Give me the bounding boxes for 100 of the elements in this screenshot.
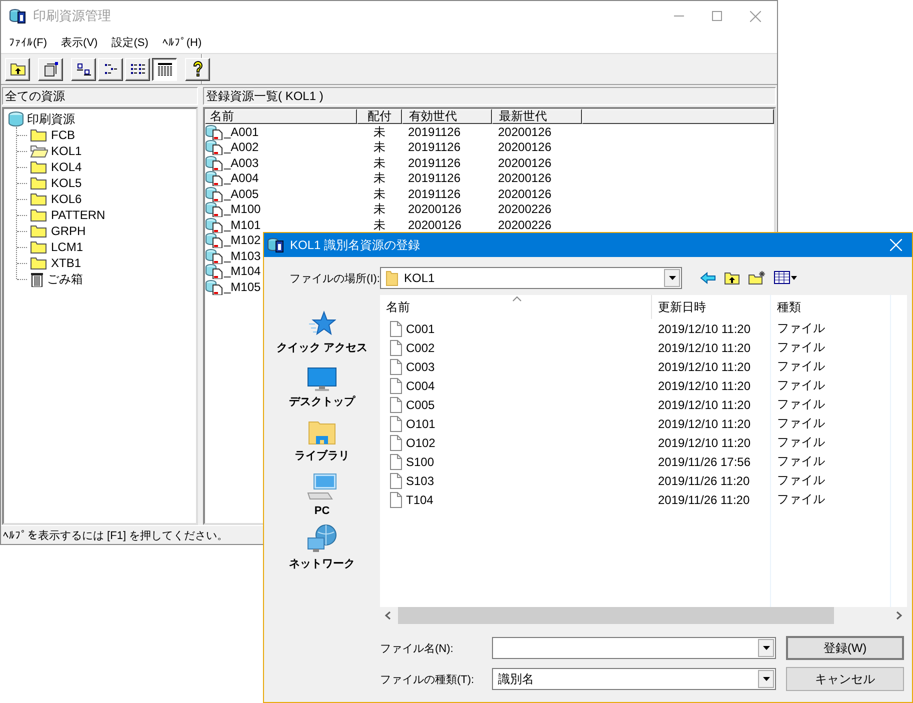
up-folder-icon	[10, 62, 26, 76]
file-name[interactable]: S103	[406, 474, 434, 488]
column-header[interactable]: 種類	[777, 298, 801, 316]
file-name[interactable]: C005	[406, 398, 435, 412]
resource-name[interactable]: _M104	[224, 264, 261, 278]
resource-name[interactable]: _M102	[224, 233, 261, 248]
database-icon	[8, 111, 24, 127]
resource-name[interactable]: _M103	[224, 248, 261, 263]
column-header[interactable]: 名前	[205, 109, 357, 124]
resource-name[interactable]: _M100	[224, 202, 261, 216]
resource-name[interactable]: _M101	[224, 218, 261, 232]
tree-item[interactable]: KOL6	[51, 192, 82, 206]
tree-item[interactable]: KOL1	[51, 144, 82, 158]
table-cell-text: 未	[372, 124, 386, 139]
table-cell: 2019/12/10 11:20	[658, 340, 751, 354]
file-name[interactable]: S100	[406, 454, 434, 468]
table-cell-text: 未	[372, 186, 386, 201]
document-icon	[390, 434, 402, 450]
table-cell: 2019/11/26 11:20	[658, 474, 750, 488]
resource-name[interactable]: _A005	[224, 186, 259, 201]
caret-icon	[762, 646, 770, 650]
column-header[interactable]: 更新日時	[658, 298, 706, 316]
column-header[interactable]: 名前	[386, 298, 410, 316]
table-cell: 2019/11/26 17:56	[658, 454, 751, 468]
cancel-button[interactable]: キャンセル	[786, 667, 904, 691]
tree-item[interactable]: KOL4	[51, 160, 82, 174]
network-icon	[306, 524, 338, 554]
register-button[interactable]: 登録(W)	[786, 636, 904, 660]
place-item[interactable]: デスクトップ	[289, 394, 355, 409]
table-cell-text: 20200126	[407, 218, 462, 232]
dropdown-button[interactable]	[664, 269, 680, 287]
scrollbar-thumb[interactable]	[398, 607, 834, 624]
tree-item[interactable]: XTB1	[51, 256, 82, 270]
resource-name[interactable]: _A004	[224, 171, 259, 186]
table-cell: ファイル	[777, 396, 825, 413]
resource-name[interactable]: _M105	[224, 280, 261, 294]
place-item[interactable]: ネットワーク	[289, 556, 355, 571]
place-item[interactable]: クイック アクセス	[276, 340, 368, 355]
dropdown-button[interactable]	[758, 670, 774, 688]
field-label: ファイルの種類(T):	[380, 672, 476, 686]
table-cell-text: 20200126	[497, 156, 552, 170]
tree-item[interactable]: KOL5	[51, 176, 82, 190]
up-folder-icon[interactable]	[724, 271, 740, 285]
file-name[interactable]: C003	[406, 360, 435, 374]
tree-item[interactable]: FCB	[51, 128, 75, 142]
menu-item[interactable]: ﾌｧｲﾙ(F)	[9, 36, 48, 48]
place-item[interactable]: PC	[314, 505, 330, 517]
resource-name[interactable]: _A003	[224, 156, 259, 170]
menu-item[interactable]: ﾍﾙﾌﾟ(H)	[162, 36, 202, 48]
file-type-combo[interactable]: 識別名	[492, 668, 776, 690]
large-icons-icon	[76, 62, 92, 76]
table-cell: ファイル	[777, 415, 825, 432]
menu-item[interactable]: 設定(S)	[112, 34, 148, 50]
table-cell-text: 未	[372, 156, 386, 170]
small-icons-icon	[102, 62, 118, 76]
table-cell: ファイル	[777, 339, 825, 356]
new-folder-icon[interactable]	[748, 271, 766, 285]
app-icon	[9, 8, 27, 24]
file-name[interactable]: C001	[406, 322, 435, 336]
list-view-icon	[130, 62, 146, 76]
table-cell-text: 20200226	[497, 202, 552, 216]
resource-name[interactable]: _A001	[224, 124, 259, 139]
place-item[interactable]: ライブラリ	[294, 448, 350, 463]
location-combo[interactable]: KOL1	[380, 267, 682, 289]
document-icon	[390, 472, 402, 488]
toolbar-button[interactable]	[152, 58, 177, 80]
table-cell: 2019/12/10 11:20	[658, 322, 751, 336]
dialog-title: KOL1 識別名資源の登録	[290, 236, 422, 254]
table-cell: ファイル	[777, 358, 825, 375]
table-cell: 2019/12/10 11:20	[658, 360, 751, 374]
file-name[interactable]: T104	[406, 492, 434, 506]
file-name[interactable]: O102	[406, 436, 436, 450]
maximize-button[interactable]	[712, 11, 722, 21]
tree-item[interactable]: 印刷資源	[27, 110, 75, 128]
tree-item[interactable]: GRPH	[51, 224, 86, 238]
file-name[interactable]: O101	[406, 416, 436, 430]
table-cell-text: 未	[372, 140, 386, 154]
table-cell: 2019/12/10 11:20	[658, 398, 751, 412]
column-header[interactable]: 有効世代	[402, 109, 492, 124]
document-icon	[390, 358, 402, 374]
table-cell-text: 20191126	[407, 124, 462, 139]
tree-item[interactable]: PATTERN	[51, 208, 106, 222]
back-icon[interactable]	[700, 272, 716, 284]
table-cell-text: 20191126	[407, 171, 462, 186]
column-header[interactable]: 最新世代	[492, 109, 582, 124]
file-name-field[interactable]	[492, 637, 776, 659]
dropdown-button[interactable]	[758, 639, 774, 657]
column-header[interactable]: 配付	[357, 109, 402, 124]
file-name[interactable]: C002	[406, 340, 435, 354]
tree-item[interactable]: ごみ箱	[47, 270, 83, 288]
close-button[interactable]	[750, 10, 761, 22]
table-cell-text: 20200126	[497, 140, 552, 154]
tree-item[interactable]: LCM1	[51, 240, 84, 254]
app-icon	[267, 237, 285, 253]
menu-item[interactable]: 表示(V)	[61, 34, 98, 50]
view-menu-icon[interactable]	[774, 271, 798, 285]
table-cell: ファイル	[777, 472, 825, 489]
table-cell-text: 20191126	[407, 156, 462, 170]
file-name[interactable]: C004	[406, 378, 435, 392]
resource-name[interactable]: _A002	[224, 140, 259, 154]
